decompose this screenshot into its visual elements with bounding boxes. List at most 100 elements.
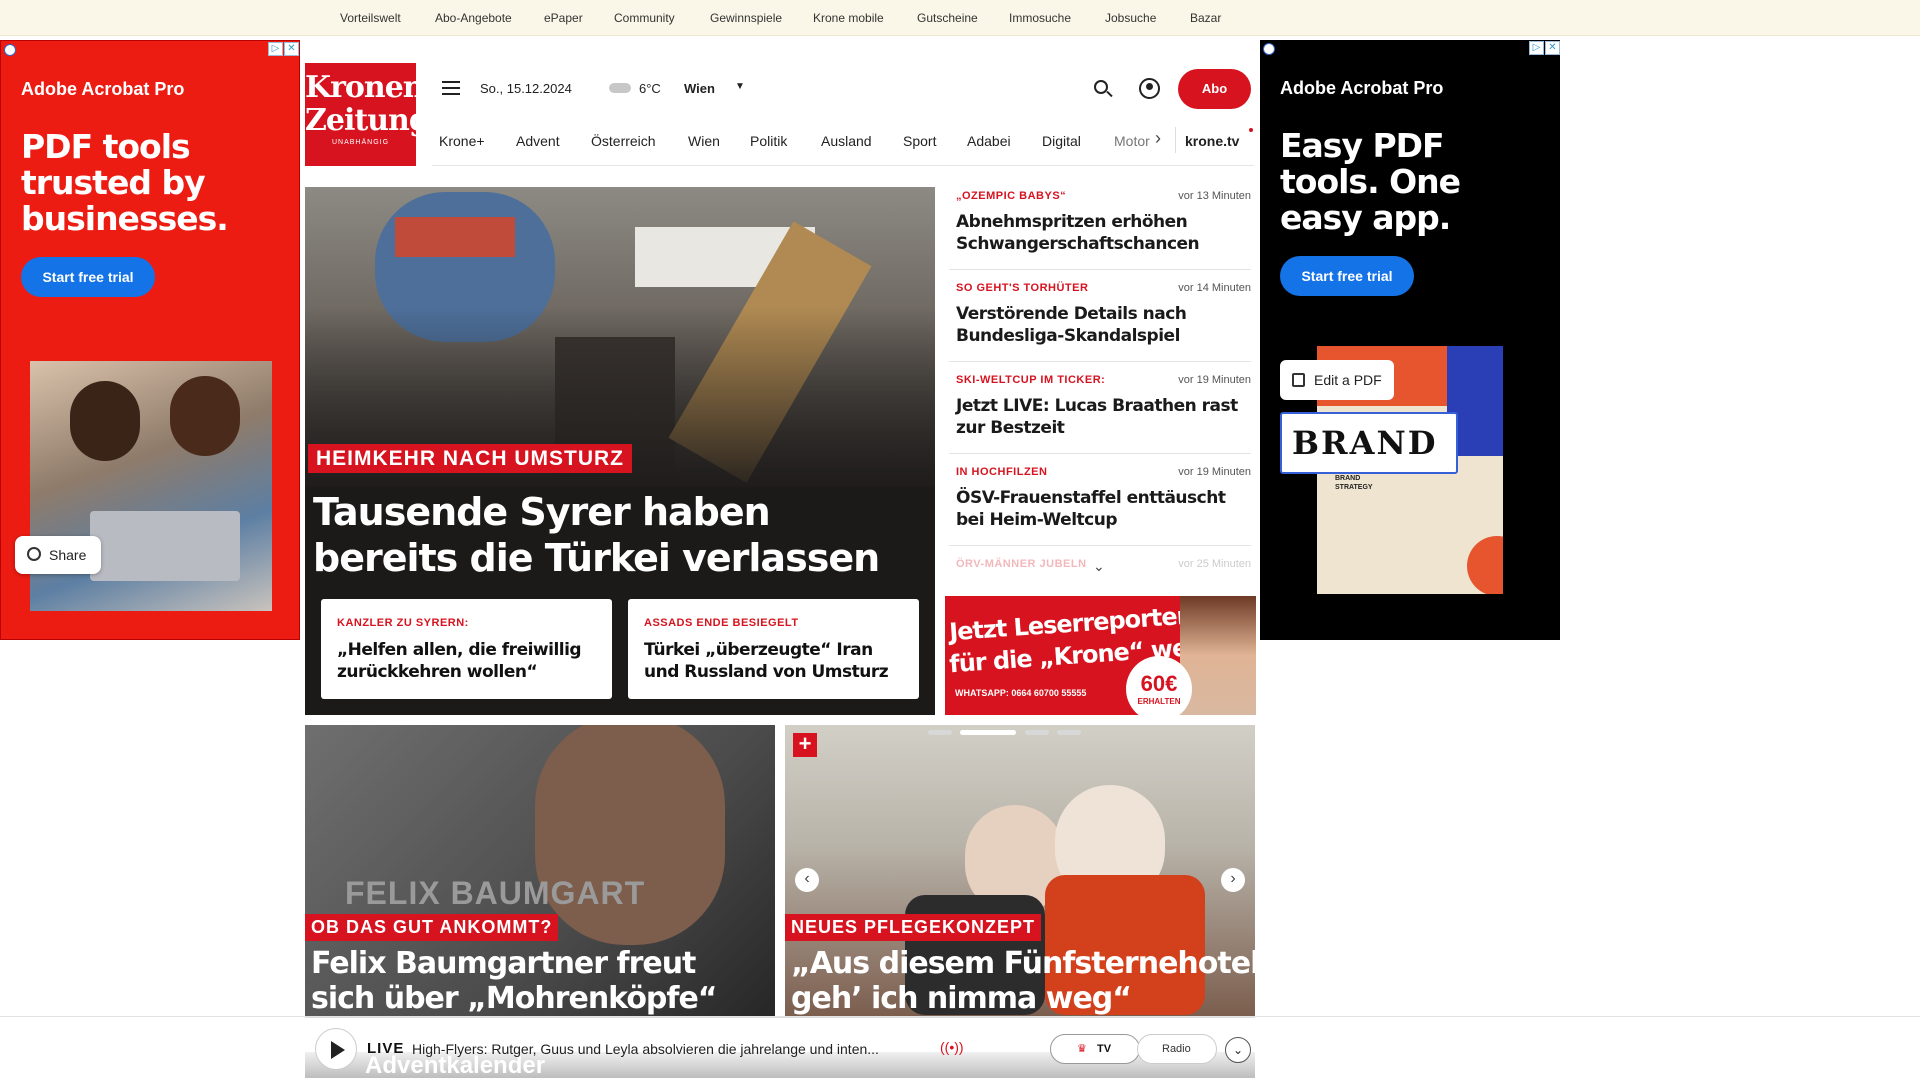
news-list-item[interactable]: IN HOCHFILZEN vor 19 Minuten ÖSV-Frauens… [949, 463, 1251, 546]
nav-item-politik[interactable]: Politik [750, 133, 787, 149]
news-time: vor 19 Minuten [1178, 374, 1251, 386]
header-date: So., 15.12.2024 [480, 81, 572, 96]
kronen-zeitung-logo[interactable]: Kronen Zeitung UNABHÄNGIG [305, 63, 430, 166]
left-skyscraper-ad[interactable]: ▷ ✕ Adobe Acrobat Pro PDF tools trusted … [0, 40, 300, 640]
subcard-title: „Helfen allen, die freiwillig zurückkehr… [337, 640, 582, 682]
edit-pdf-label: Edit a PDF [1314, 372, 1382, 388]
card-kicker: NEUES PFLEGEKONZEPT [785, 914, 1042, 941]
carousel-dot-active[interactable] [960, 730, 1016, 735]
story-card[interactable]: + ‹ › NEUES PFLEGEKONZEPT „Aus diesem Fü… [785, 725, 1255, 1020]
logo-tagline: UNABHÄNGIG [331, 139, 390, 146]
header-location[interactable]: Wien [684, 81, 715, 96]
whatsapp-number: WHATSAPP: 0664 60700 55555 [955, 688, 1087, 698]
carousel-prev-icon[interactable]: ‹ [795, 868, 819, 892]
ad-brand-label: Adobe Acrobat Pro [21, 79, 185, 99]
ad-choices-icon[interactable]: ▷ [268, 42, 283, 56]
live-expand-chevron-icon[interactable]: ⌄ [1225, 1037, 1251, 1063]
hero-story[interactable]: HEIMKEHR NACH UMSTURZ Tausende Syrer hab… [305, 187, 935, 715]
right-skyscraper-ad[interactable]: ▷ ✕ Adobe Acrobat Pro Easy PDF tools. On… [1260, 40, 1560, 640]
news-kicker: IN HOCHFILZEN [956, 466, 1048, 478]
search-icon[interactable] [1094, 80, 1113, 98]
leserreporter-banner[interactable]: Jetzt Leserreporter für die „Krone“ werd… [945, 596, 1256, 715]
share-icon [27, 547, 41, 561]
tv-toggle[interactable]: ♛ TV [1050, 1034, 1140, 1064]
nav-item-wien[interactable]: Wien [688, 133, 720, 149]
news-title: Verstörende Details nach Bundesliga-Skan… [956, 304, 1187, 346]
ad-start-trial-button[interactable]: Start free trial [1280, 256, 1414, 296]
topnav-link-gewinnspiele[interactable]: Gewinnspiele [710, 11, 782, 25]
news-title: Jetzt LIVE: Lucas Braathen rast zur Best… [956, 396, 1238, 438]
topnav-link-abo-angebote[interactable]: Abo-Angebote [435, 11, 512, 25]
nav-item-oesterreich[interactable]: Österreich [591, 133, 656, 149]
nav-scroll-right-icon[interactable]: › [1155, 128, 1161, 149]
ad-info-icon[interactable] [4, 44, 16, 56]
carousel-next-icon[interactable]: › [1221, 868, 1245, 892]
topnav-link-krone-mobile[interactable]: Krone mobile [813, 11, 884, 25]
menu-icon[interactable] [442, 81, 460, 95]
nav-item-krone-plus[interactable]: Krone+ [439, 133, 485, 149]
ad-close-icon[interactable]: ✕ [284, 42, 299, 56]
chevron-down-icon[interactable]: ▼ [735, 81, 745, 92]
play-icon [331, 1041, 345, 1059]
card-title-line-2: geh’ ich nimma weg“ [791, 981, 1132, 1016]
ad-edit-pdf-button[interactable]: Edit a PDF [1280, 360, 1394, 400]
nav-item-krone-tv[interactable]: krone.tv [1185, 133, 1239, 149]
live-play-button[interactable] [315, 1028, 357, 1070]
doc-title: BRAND STRATEGY [1335, 475, 1373, 491]
nav-item-advent[interactable]: Advent [516, 133, 560, 149]
hero-title-line-2[interactable]: bereits die Türkei verlassen [313, 535, 880, 581]
topnav-link-vorteilswelt[interactable]: Vorteilswelt [340, 11, 401, 25]
hero-title-line-1[interactable]: Tausende Syrer haben [313, 489, 771, 535]
topnav-link-gutscheine[interactable]: Gutscheine [917, 11, 978, 25]
ad-choices-icon[interactable]: ▷ [1529, 41, 1544, 55]
topnav-link-jobsuche[interactable]: Jobsuche [1105, 11, 1156, 25]
hero-subcard[interactable]: KANZLER ZU SYRERN: „Helfen allen, die fr… [321, 599, 612, 699]
card-title-line-2: sich über „Mohrenköpfe“ [311, 981, 718, 1016]
ad-headline: Easy PDF tools. One easy app. [1280, 126, 1461, 237]
reward-badge: 60€ ERHALTEN [1126, 656, 1192, 715]
news-title: ÖSV-Frauenstaffel enttäuscht bei Heim-We… [956, 488, 1226, 530]
nav-item-digital[interactable]: Digital [1042, 133, 1081, 149]
ad-headline: PDF tools trusted by businesses. [21, 127, 229, 238]
ad-info-icon[interactable] [1263, 43, 1275, 55]
news-list-item[interactable]: „OZEMPIC BABYS“ vor 13 Minuten Abnehmspr… [949, 187, 1251, 270]
cloud-icon [609, 83, 631, 93]
story-card[interactable]: FELIX BAUMGART OB DAS GUT ANKOMMT? Felix… [305, 725, 775, 1020]
topnav-link-epaper[interactable]: ePaper [544, 11, 583, 25]
news-time: vor 13 Minuten [1178, 190, 1251, 202]
news-list-item[interactable]: SO GEHT'S TORHÜTER vor 14 Minuten Verstö… [949, 279, 1251, 362]
nav-item-motor[interactable]: Motor [1114, 133, 1150, 149]
nav-item-ausland[interactable]: Ausland [821, 133, 872, 149]
news-list-item[interactable]: SKI-WELTCUP IM TICKER: vor 19 Minuten Je… [949, 371, 1251, 454]
news-kicker: SKI-WELTCUP IM TICKER: [956, 374, 1106, 386]
hero-subcard[interactable]: ASSADS ENDE BESIEGELT Türkei „überzeugte… [628, 599, 919, 699]
card-title-line-1: „Aus diesem Fünfsternehotel [791, 946, 1255, 981]
nav-item-adabei[interactable]: Adabei [967, 133, 1011, 149]
radio-toggle[interactable]: Radio [1137, 1034, 1217, 1064]
carousel-dot[interactable] [1025, 730, 1049, 735]
brand-word: BRAND [1292, 424, 1438, 462]
reward-amount: 60€ [1140, 671, 1178, 696]
top-utility-bar: Vorteilswelt Abo-Angebote ePaper Communi… [0, 0, 1920, 36]
logo-line-1: Kronen [305, 70, 425, 105]
subcard-kicker: ASSADS ENDE BESIEGELT [644, 617, 799, 629]
ad-brand-label: Adobe Acrobat Pro [1280, 78, 1444, 98]
topnav-link-community[interactable]: Community [614, 11, 675, 25]
carousel-dot[interactable] [1057, 730, 1081, 735]
topnav-link-bazar[interactable]: Bazar [1190, 11, 1221, 25]
nav-item-sport[interactable]: Sport [903, 133, 936, 149]
live-dot-icon [1249, 128, 1253, 132]
topnav-link-immosuche[interactable]: Immosuche [1009, 11, 1071, 25]
radio-label: Radio [1162, 1043, 1191, 1055]
ad-start-trial-button[interactable]: Start free trial [21, 257, 155, 297]
ad-share-button[interactable]: Share [15, 536, 101, 574]
carousel-dot[interactable] [928, 730, 952, 735]
live-label: LIVE [367, 1040, 405, 1057]
crown-icon: ♛ [1077, 1043, 1087, 1055]
abo-button[interactable]: Abo [1178, 69, 1251, 109]
account-icon[interactable] [1139, 78, 1160, 99]
live-title[interactable]: High-Flyers: Rutger, Guus und Leyla abso… [412, 1041, 879, 1057]
news-expand-chevron-icon[interactable]: ⌄ [1093, 558, 1105, 575]
ad-close-icon[interactable]: ✕ [1545, 41, 1560, 55]
header-temperature: 6°C [639, 81, 661, 96]
